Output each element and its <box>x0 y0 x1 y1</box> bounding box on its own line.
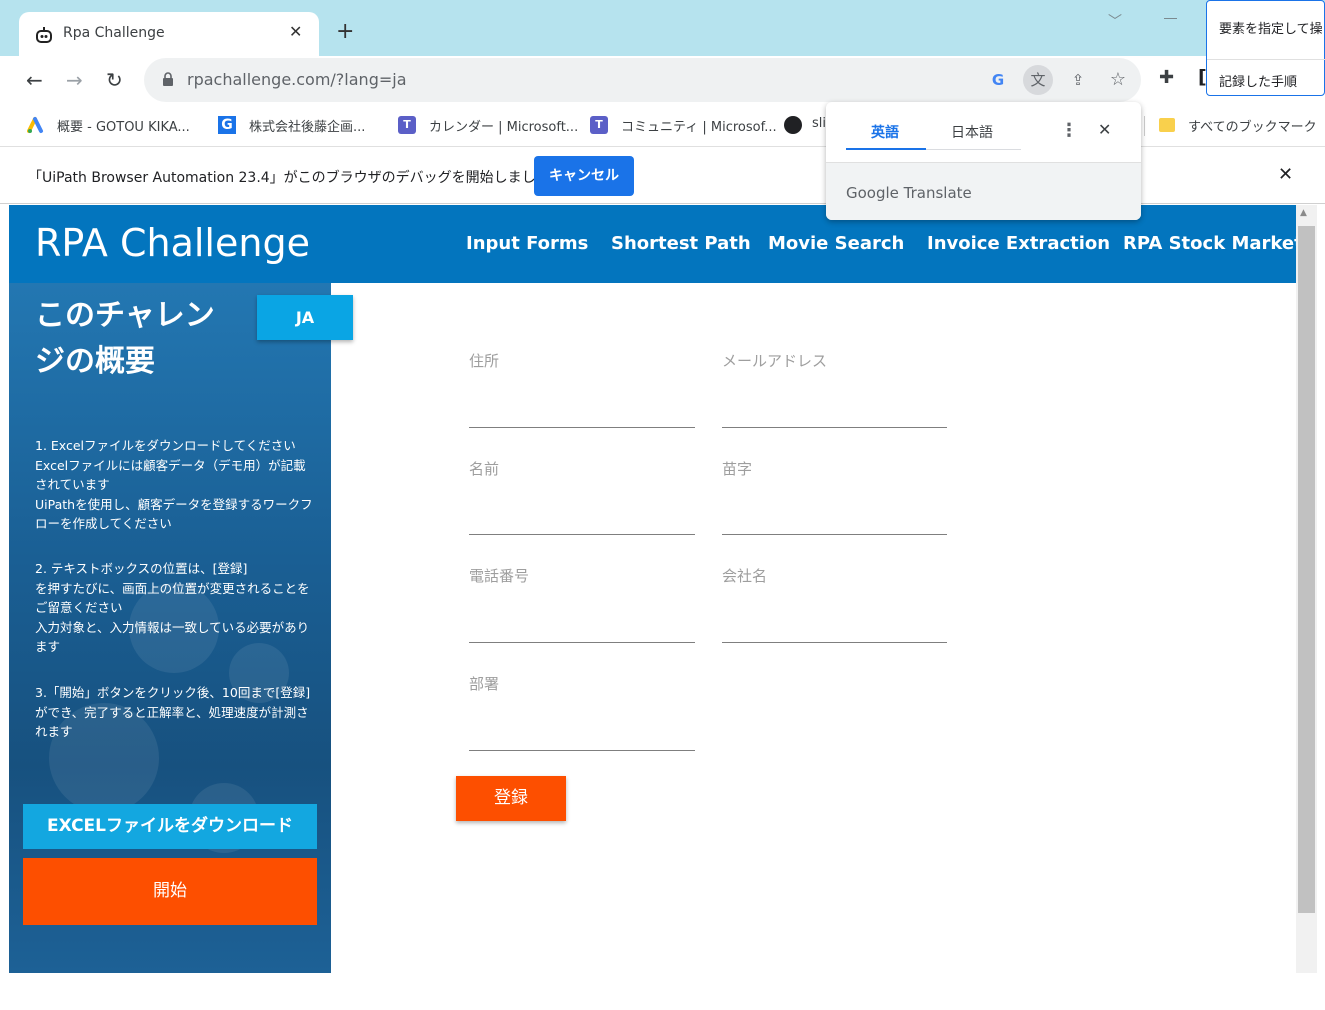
translate-popup: 英語 日本語 ⋮ ✕ Google Translate <box>826 102 1141 220</box>
label-phone: 電話番号 <box>469 567 530 585</box>
tab-search-chevron-icon[interactable]: ﹀ <box>1108 11 1122 31</box>
google-ads-icon <box>27 117 43 133</box>
globe-icon <box>784 116 802 134</box>
indicate-element-item[interactable]: 要素を指定して操 <box>1219 18 1323 37</box>
input-phone[interactable] <box>469 642 695 643</box>
recorded-steps-item[interactable]: 記録した手順 <box>1219 71 1297 90</box>
nav-movie-search[interactable]: Movie Search <box>768 233 904 254</box>
translate-tab-indicator <box>846 148 926 150</box>
browser-tab[interactable]: Rpa Challenge ✕ <box>19 12 319 58</box>
google-icon[interactable]: G <box>983 65 1013 95</box>
nav-rpa-stock-market[interactable]: RPA Stock Market <box>1123 233 1303 254</box>
tab-close-icon[interactable]: ✕ <box>289 22 302 41</box>
translate-tab-english[interactable]: 英語 <box>871 122 899 142</box>
url-text[interactable]: rpachallenge.com/?lang=ja <box>187 70 407 89</box>
popup-divider <box>1207 59 1325 60</box>
download-excel-button[interactable]: EXCELファイルをダウンロード <box>23 804 317 849</box>
tab-title: Rpa Challenge <box>63 25 165 41</box>
close-translate-icon[interactable]: ✕ <box>1098 120 1111 139</box>
reload-icon[interactable]: ↻ <box>106 68 123 92</box>
language-button[interactable]: JA <box>257 295 353 340</box>
extensions-puzzle-icon[interactable]: ✚ <box>1159 67 1174 88</box>
sidebar-title: このチャレンジの概要 <box>35 298 215 379</box>
submit-button[interactable]: 登録 <box>456 776 566 821</box>
folder-icon <box>1159 118 1175 132</box>
label-first-name: 名前 <box>469 460 500 478</box>
teams-icon: T <box>590 116 608 134</box>
translate-footer: Google Translate <box>826 162 1141 220</box>
translate-tab-japanese[interactable]: 日本語 <box>951 122 993 142</box>
nav-shortest-path[interactable]: Shortest Path <box>611 233 751 254</box>
bookmark-item[interactable]: 概要 - GOTOU KIKA... <box>57 116 190 135</box>
forward-arrow-icon[interactable]: → <box>66 68 83 92</box>
all-bookmarks[interactable]: すべてのブックマーク <box>1188 116 1317 135</box>
bookmark-item[interactable]: カレンダー | Microsoft... <box>429 116 578 135</box>
label-address: 住所 <box>469 352 500 370</box>
label-last-name: 苗字 <box>722 460 753 478</box>
share-icon[interactable]: ⇪ <box>1063 65 1093 95</box>
input-address[interactable] <box>469 427 695 428</box>
start-button[interactable]: 開始 <box>23 858 317 925</box>
input-company[interactable] <box>722 642 947 643</box>
instruction-step-3: 3.「開始」ボタンをクリック後、10回まで[登録] ができ、完了すると正解率と、… <box>35 685 311 739</box>
address-bar[interactable]: rpachallenge.com/?lang=ja G 文 ⇪ ☆ <box>144 58 1141 102</box>
instruction-step-2: 2. テキストボックスの位置は、[登録] を押すたびに、画面上の位置が変更される… <box>35 561 310 654</box>
close-infobar-icon[interactable]: ✕ <box>1278 164 1293 185</box>
robot-favicon-icon <box>36 27 52 43</box>
bookmark-item[interactable]: 株式会社後藤企画... <box>249 116 365 135</box>
bookmark-star-icon[interactable]: ☆ <box>1103 65 1133 95</box>
teams-icon: T <box>398 116 416 134</box>
label-department: 部署 <box>469 675 500 693</box>
cancel-debug-button[interactable]: キャンセル <box>534 156 634 196</box>
uipath-recorder-popup: 要素を指定して操 記録した手順 <box>1206 0 1325 96</box>
input-email[interactable] <box>722 427 947 428</box>
tab-strip: Rpa Challenge ✕ + ﹀ <box>0 0 1325 58</box>
nav-input-forms[interactable]: Input Forms <box>466 233 588 254</box>
new-tab-button[interactable]: + <box>336 20 354 44</box>
debug-message: 「UiPath Browser Automation 23.4」がこのブラウザの… <box>28 170 550 186</box>
google-translate-brand: Google Translate <box>846 184 972 202</box>
more-options-icon[interactable]: ⋮ <box>1060 120 1078 141</box>
bookmark-item[interactable]: sli <box>812 116 826 131</box>
input-last-name[interactable] <box>722 534 947 535</box>
bookmark-item[interactable]: コミュニティ | Microsof... <box>621 116 777 135</box>
label-email: メールアドレス <box>722 352 828 370</box>
translate-icon[interactable]: 文 <box>1023 65 1053 95</box>
page-bottom-area <box>0 973 1325 1010</box>
scrollbar-thumb[interactable] <box>1298 226 1315 913</box>
site-brand[interactable]: RPA Challenge <box>35 221 310 265</box>
instruction-step-1: 1. Excelファイルをダウンロードしてください Excelファイルには顧客デ… <box>35 438 313 531</box>
lock-icon <box>163 72 173 86</box>
g-logo-icon: G <box>218 116 236 134</box>
input-first-name[interactable] <box>469 534 695 535</box>
nav-invoice-extraction[interactable]: Invoice Extraction <box>927 233 1110 254</box>
minimize-icon[interactable] <box>1164 18 1177 19</box>
bookmark-divider <box>1144 116 1145 136</box>
scroll-up-arrow-icon[interactable]: ▲ <box>1300 208 1307 218</box>
label-company: 会社名 <box>722 567 768 585</box>
back-arrow-icon[interactable]: ← <box>26 68 43 92</box>
input-department[interactable] <box>469 750 695 751</box>
